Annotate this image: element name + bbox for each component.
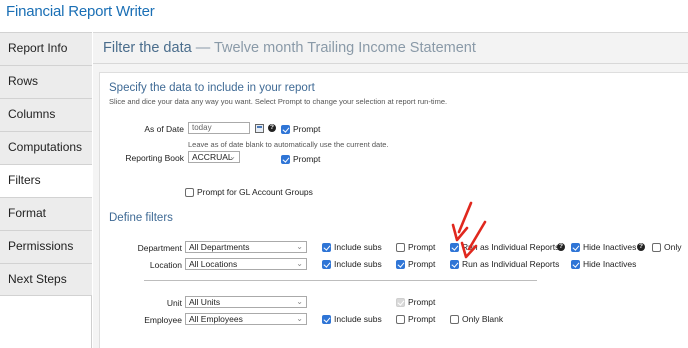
department-label: Department bbox=[137, 243, 182, 253]
sidebar-item-computations[interactable]: Computations bbox=[0, 131, 92, 164]
sidebar-item-rows[interactable]: Rows bbox=[0, 65, 92, 98]
chevron-down-icon: ⌄ bbox=[296, 242, 303, 251]
department-include-subs-label: Include subs bbox=[334, 242, 382, 252]
help-icon[interactable]: ? bbox=[637, 243, 645, 251]
unit-prompt-checkbox[interactable] bbox=[396, 298, 405, 307]
help-icon[interactable]: ? bbox=[268, 124, 276, 132]
location-value: All Locations bbox=[189, 259, 238, 269]
sidebar-item-permissions[interactable]: Permissions bbox=[0, 230, 92, 263]
unit-prompt-label: Prompt bbox=[408, 297, 436, 307]
specify-section-title: Specify the data to include in your repo… bbox=[109, 82, 315, 94]
department-only-label: Only bbox=[664, 242, 682, 252]
as-of-date-hint: Leave as of date blank to automatically … bbox=[188, 140, 389, 149]
location-select[interactable]: All Locations ⌄ bbox=[185, 258, 307, 270]
help-icon[interactable]: ? bbox=[557, 243, 565, 251]
reporting-book-select[interactable]: ACCRUAL ⌄ bbox=[188, 151, 240, 163]
employee-value: All Employees bbox=[189, 314, 243, 324]
page-title-main: Filter the data bbox=[103, 40, 192, 56]
gl-account-groups-label: Prompt for GL Account Groups bbox=[197, 187, 313, 197]
reporting-book-value: ACCRUAL bbox=[192, 152, 233, 162]
gl-account-groups-checkbox[interactable] bbox=[185, 188, 194, 197]
location-hide-inactives-checkbox[interactable] bbox=[571, 260, 580, 269]
employee-label: Employee bbox=[144, 315, 182, 325]
employee-prompt-label: Prompt bbox=[408, 314, 436, 324]
unit-select[interactable]: All Units ⌄ bbox=[185, 296, 307, 308]
calendar-icon[interactable] bbox=[255, 124, 264, 133]
location-include-subs-checkbox[interactable] bbox=[322, 260, 331, 269]
sidebar-item-columns[interactable]: Columns bbox=[0, 98, 92, 131]
department-prompt-checkbox[interactable] bbox=[396, 243, 405, 252]
filter-panel-content: Specify the data to include in your repo… bbox=[99, 72, 688, 348]
employee-include-subs-label: Include subs bbox=[334, 314, 382, 324]
page-title-separator: — bbox=[191, 40, 214, 56]
location-prompt-label: Prompt bbox=[408, 259, 436, 269]
department-select[interactable]: All Departments ⌄ bbox=[185, 241, 307, 253]
filters-divider bbox=[144, 280, 537, 281]
location-include-subs-label: Include subs bbox=[334, 259, 382, 269]
specify-section-hint: Slice and dice your data any way you wan… bbox=[109, 97, 448, 106]
reporting-book-label: Reporting Book bbox=[125, 153, 184, 163]
location-prompt-checkbox[interactable] bbox=[396, 260, 405, 269]
employee-only-blank-label: Only Blank bbox=[462, 314, 504, 324]
reporting-book-prompt-checkbox[interactable] bbox=[281, 155, 290, 164]
department-only-checkbox[interactable] bbox=[652, 243, 661, 252]
location-run-individual-label: Run as Individual Reports bbox=[462, 259, 560, 269]
unit-value: All Units bbox=[189, 297, 221, 307]
page-subtitle: Twelve month Trailing Income Statement bbox=[213, 40, 476, 56]
sidebar: Report Info Rows Columns Computations Fi… bbox=[0, 32, 92, 348]
department-hide-inactives-checkbox[interactable] bbox=[571, 243, 580, 252]
chevron-down-icon: ⌄ bbox=[296, 259, 303, 268]
filter-panel: Specify the data to include in your repo… bbox=[93, 64, 688, 348]
chevron-down-icon: ⌄ bbox=[296, 314, 303, 323]
page-header: Filter the data — Twelve month Trailing … bbox=[93, 32, 688, 64]
as-of-date-label: As of Date bbox=[144, 124, 184, 134]
employee-include-subs-checkbox[interactable] bbox=[322, 315, 331, 324]
as-of-date-input[interactable]: today bbox=[188, 122, 250, 134]
employee-only-blank-checkbox[interactable] bbox=[450, 315, 459, 324]
location-label: Location bbox=[149, 260, 182, 270]
as-of-date-prompt-label: Prompt bbox=[293, 124, 321, 134]
reporting-book-prompt-label: Prompt bbox=[293, 154, 321, 164]
location-hide-inactives-label: Hide Inactives bbox=[583, 259, 637, 269]
app-title: Financial Report Writer bbox=[6, 3, 155, 20]
unit-label: Unit bbox=[166, 298, 182, 308]
employee-select[interactable]: All Employees ⌄ bbox=[185, 313, 307, 325]
sidebar-item-report-info[interactable]: Report Info bbox=[0, 32, 92, 65]
chevron-down-icon: ⌄ bbox=[296, 297, 303, 306]
page-title: Filter the data — Twelve month Trailing … bbox=[103, 40, 476, 56]
department-prompt-label: Prompt bbox=[408, 242, 436, 252]
department-value: All Departments bbox=[189, 242, 250, 252]
department-run-individual-label: Run as Individual Reports bbox=[462, 242, 560, 252]
sidebar-item-next-steps[interactable]: Next Steps bbox=[0, 263, 92, 296]
sidebar-item-filters[interactable]: Filters bbox=[0, 164, 92, 197]
location-run-individual-checkbox[interactable] bbox=[450, 260, 459, 269]
department-hide-inactives-label: Hide Inactives bbox=[583, 242, 637, 252]
as-of-date-prompt-checkbox[interactable] bbox=[281, 125, 290, 134]
employee-prompt-checkbox[interactable] bbox=[396, 315, 405, 324]
department-run-individual-checkbox[interactable] bbox=[450, 243, 459, 252]
define-filters-title: Define filters bbox=[109, 212, 173, 224]
chevron-down-icon: ⌄ bbox=[229, 152, 236, 161]
department-include-subs-checkbox[interactable] bbox=[322, 243, 331, 252]
sidebar-item-format[interactable]: Format bbox=[0, 197, 92, 230]
